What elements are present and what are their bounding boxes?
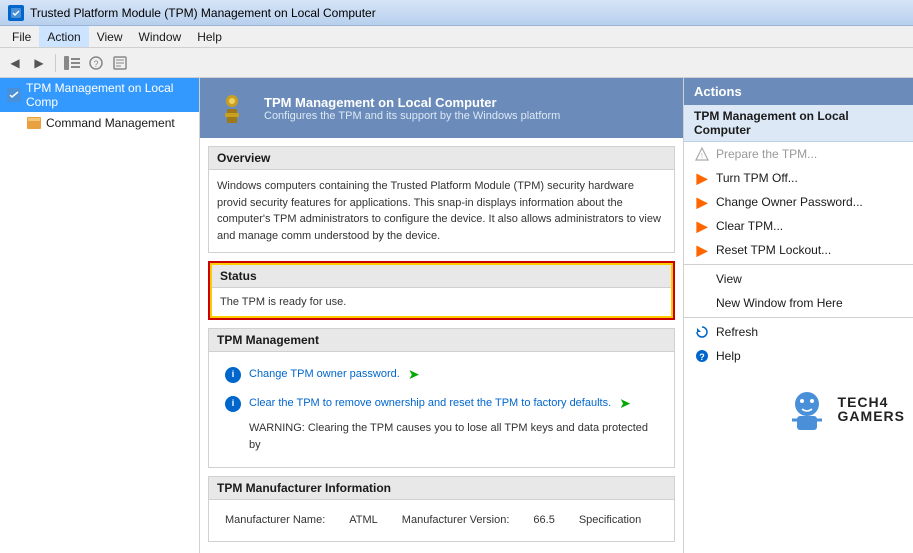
tpm-root-icon	[6, 87, 22, 103]
overview-header: Overview	[209, 147, 674, 170]
tree-item-tpm-root-label: TPM Management on Local Comp	[26, 81, 193, 109]
title-bar-icon	[8, 5, 24, 21]
svg-text:?: ?	[699, 352, 705, 362]
help-label: Help	[716, 349, 741, 363]
tree-item-tpm-root[interactable]: TPM Management on Local Comp	[0, 78, 199, 112]
manufacturer-body: Manufacturer Name: ATML Manufacturer Ver…	[209, 500, 674, 541]
clear-tpm-action-label: Clear TPM...	[716, 219, 783, 233]
tree-item-command-label: Command Management	[46, 116, 175, 130]
overview-body: Windows computers containing the Trusted…	[209, 170, 674, 252]
menu-file[interactable]: File	[4, 26, 39, 47]
info-icon-2: i	[225, 396, 241, 412]
turn-off-icon: ▶	[694, 170, 710, 186]
change-owner-pwd-item[interactable]: i Change TPM owner password. ➤	[217, 360, 666, 389]
clear-tpm-item[interactable]: i Clear the TPM to remove ownership and …	[217, 389, 666, 418]
tpm-management-section: TPM Management i Change TPM owner passwo…	[208, 328, 675, 468]
logo-character	[782, 384, 832, 434]
status-body: The TPM is ready for use.	[212, 288, 671, 316]
actions-header: Actions	[684, 78, 913, 105]
clear-tpm-icon: ▶	[694, 218, 710, 234]
logo-area: TECH4 GAMERS	[684, 368, 913, 450]
status-section-inner: Status The TPM is ready for use.	[210, 263, 673, 318]
change-owner-pwd-label: Change TPM owner password.	[249, 366, 400, 383]
manufacturer-name-label: Manufacturer Name:	[225, 512, 325, 529]
content-header-text: TPM Management on Local Computer Configu…	[264, 95, 560, 122]
change-owner-label: Change Owner Password...	[716, 195, 863, 209]
change-owner-arrow: ➤	[408, 364, 420, 385]
content-title: TPM Management on Local Computer	[264, 95, 560, 110]
svg-text:!: !	[701, 153, 703, 160]
status-section: Status The TPM is ready for use.	[208, 261, 675, 320]
action-turn-off[interactable]: ▶ Turn TPM Off...	[684, 166, 913, 190]
new-window-icon	[694, 295, 710, 311]
manufacturer-version-value: 66.5	[533, 512, 554, 529]
action-help[interactable]: ? Help	[684, 344, 913, 368]
content-subtitle: Configures the TPM and its support by th…	[264, 110, 560, 122]
actions-panel: Actions TPM Management on Local Computer…	[683, 78, 913, 553]
menu-bar: File Action View Window Help	[0, 26, 913, 48]
export-button[interactable]	[109, 52, 131, 74]
content-header-icon	[212, 88, 252, 128]
action-separator-2	[684, 317, 913, 318]
tpm-management-header: TPM Management	[209, 329, 674, 352]
forward-button[interactable]: ▶	[28, 52, 50, 74]
prepare-tpm-label: Prepare the TPM...	[716, 147, 817, 161]
logo-text-top: TECH4	[838, 395, 905, 409]
tpm-warning-text: WARNING: Clearing the TPM causes you to …	[217, 418, 666, 459]
action-separator-1	[684, 264, 913, 265]
title-bar: Trusted Platform Module (TPM) Management…	[0, 0, 913, 26]
manufacturer-name-value: ATML	[349, 512, 378, 529]
title-bar-text: Trusted Platform Module (TPM) Management…	[30, 6, 376, 20]
manufacturer-header: TPM Manufacturer Information	[209, 477, 674, 500]
refresh-label: Refresh	[716, 325, 758, 339]
view-icon	[694, 271, 710, 287]
main-container: TPM Management on Local Comp Command Man…	[0, 78, 913, 553]
help-action-icon: ?	[694, 348, 710, 364]
menu-window[interactable]: Window	[131, 26, 190, 47]
toolbar-separator-1	[55, 54, 56, 72]
reset-lockout-icon: ▶	[694, 242, 710, 258]
toolbar: ◀ ▶ ?	[0, 48, 913, 78]
menu-view[interactable]: View	[89, 26, 131, 47]
manufacturer-row: Manufacturer Name: ATML Manufacturer Ver…	[217, 508, 666, 533]
view-label: View	[716, 272, 742, 286]
action-prepare-tpm: ! Prepare the TPM...	[684, 142, 913, 166]
info-icon-1: i	[225, 367, 241, 383]
action-reset-lockout[interactable]: ▶ Reset TPM Lockout...	[684, 238, 913, 262]
logo-text-bottom: GAMERS	[838, 409, 905, 423]
menu-action[interactable]: Action	[39, 26, 88, 47]
reset-lockout-label: Reset TPM Lockout...	[716, 243, 831, 257]
action-change-owner[interactable]: ▶ Change Owner Password...	[684, 190, 913, 214]
menu-help[interactable]: Help	[189, 26, 230, 47]
new-window-label: New Window from Here	[716, 296, 843, 310]
overview-section: Overview Windows computers containing th…	[208, 146, 675, 253]
change-owner-icon: ▶	[694, 194, 710, 210]
help-button[interactable]: ?	[85, 52, 107, 74]
content-header: TPM Management on Local Computer Configu…	[200, 78, 683, 138]
tpm-management-body: i Change TPM owner password. ➤ i Clear t…	[209, 352, 674, 467]
action-new-window[interactable]: New Window from Here	[684, 291, 913, 315]
manufacturer-section: TPM Manufacturer Information Manufacture…	[208, 476, 675, 542]
back-button[interactable]: ◀	[4, 52, 26, 74]
prepare-tpm-icon: !	[694, 146, 710, 162]
refresh-icon	[694, 324, 710, 340]
clear-tpm-label: Clear the TPM to remove ownership and re…	[249, 395, 611, 412]
manufacturer-version-label: Manufacturer Version:	[402, 512, 510, 529]
command-mgmt-icon	[26, 115, 42, 131]
turn-off-label: Turn TPM Off...	[716, 171, 798, 185]
logo-text-area: TECH4 GAMERS	[838, 395, 905, 423]
clear-tpm-arrow: ➤	[619, 393, 631, 414]
content-body: Overview Windows computers containing th…	[200, 138, 683, 550]
status-header: Status	[212, 265, 671, 288]
action-refresh[interactable]: Refresh	[684, 320, 913, 344]
action-view[interactable]: View	[684, 267, 913, 291]
action-clear-tpm[interactable]: ▶ Clear TPM...	[684, 214, 913, 238]
svg-text:?: ?	[93, 59, 98, 69]
left-panel: TPM Management on Local Comp Command Man…	[0, 78, 200, 553]
show-hide-button[interactable]	[61, 52, 83, 74]
actions-section-title: TPM Management on Local Computer	[684, 105, 913, 142]
tree-item-command-mgmt[interactable]: Command Management	[20, 112, 199, 134]
center-panel: TPM Management on Local Computer Configu…	[200, 78, 683, 553]
manufacturer-spec-label: Specification	[579, 512, 641, 529]
